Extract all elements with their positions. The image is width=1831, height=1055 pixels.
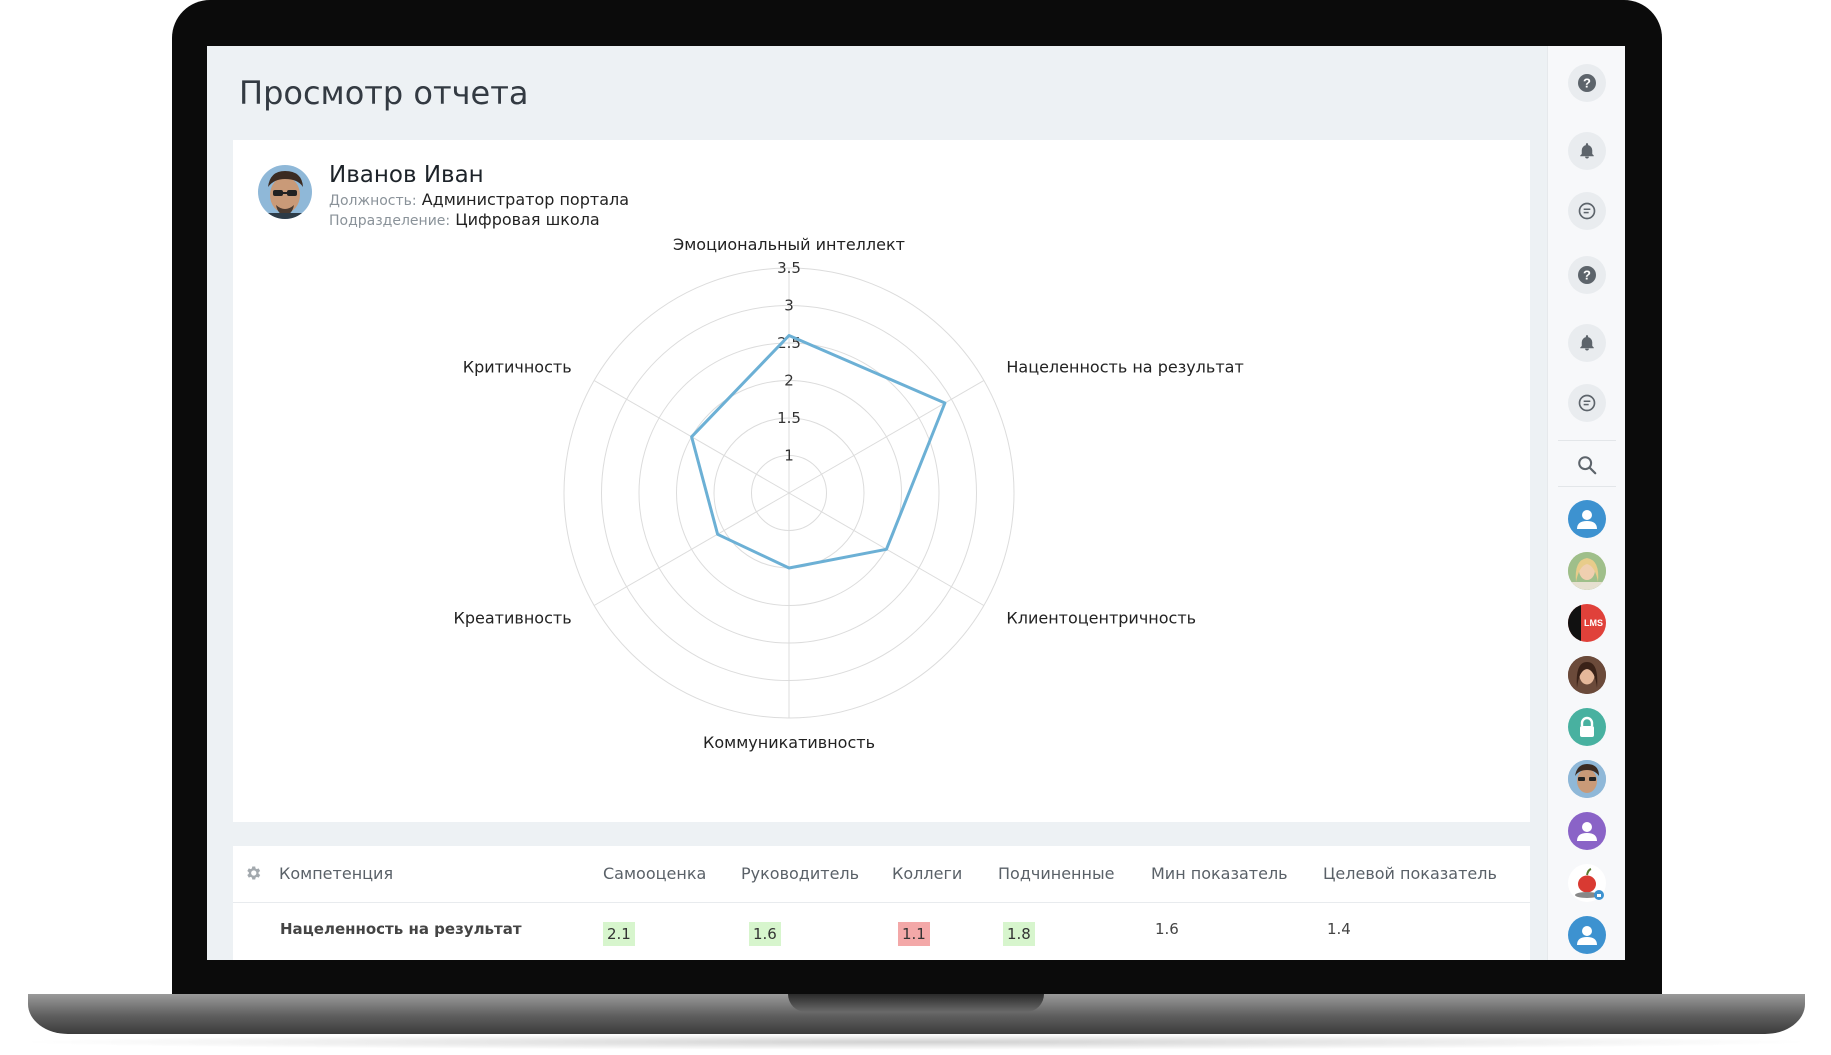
axis-label: Креативность	[454, 609, 572, 628]
apple-icon[interactable]	[1568, 864, 1606, 902]
column-header-subordinates[interactable]: Подчиненные	[998, 864, 1114, 883]
score-chip: 2.1	[603, 922, 635, 946]
lock-icon[interactable]	[1568, 708, 1606, 746]
cell-competence: Нацеленность на результат	[280, 920, 522, 938]
column-header-manager[interactable]: Руководитель	[741, 864, 859, 883]
photo-avatar[interactable]	[1568, 656, 1606, 694]
score-chip: 1.8	[1003, 922, 1035, 946]
gear-icon[interactable]	[244, 864, 262, 882]
series-line	[690, 334, 947, 570]
column-header-colleagues[interactable]: Коллеги	[892, 864, 962, 883]
tick-label: 1	[784, 447, 794, 465]
main-content: Просмотр отчета Иванов Иван Должность: А…	[207, 46, 1547, 960]
chat-icon[interactable]	[1568, 192, 1606, 230]
competence-table: Компетенция Самооценка Руководитель Колл…	[233, 846, 1530, 960]
cell-self: 2.1	[603, 922, 635, 946]
radar-chart: 11.522.533.5Эмоциональный интеллектНацел…	[454, 235, 1244, 752]
score-chip: 1.1	[898, 922, 930, 946]
lms-logo-text: LMS	[1584, 618, 1603, 628]
lms-logo[interactable]: LMS	[1568, 604, 1606, 642]
axis-label: Нацеленность на результат	[1006, 358, 1243, 377]
screen: Просмотр отчета Иванов Иван Должность: А…	[207, 46, 1625, 960]
user-icon[interactable]	[1568, 500, 1606, 538]
help-icon[interactable]: ?	[1568, 256, 1606, 294]
bell-icon[interactable]	[1568, 132, 1606, 170]
tick-label: 1.5	[777, 409, 801, 427]
cell-subordinates: 1.8	[1003, 922, 1035, 946]
user-icon[interactable]	[1568, 916, 1606, 954]
tick-label: 3.5	[777, 259, 801, 277]
table-header: Компетенция Самооценка Руководитель Колл…	[233, 846, 1530, 903]
tick-label: 3	[784, 297, 794, 315]
cell-manager: 1.6	[749, 922, 781, 946]
axis-label: Критичность	[463, 358, 572, 377]
user-icon[interactable]	[1568, 812, 1606, 850]
tick-label: 2	[784, 372, 794, 390]
photo-avatar[interactable]	[1568, 552, 1606, 590]
svg-text:?: ?	[1583, 76, 1591, 91]
score-chip: 1.6	[749, 922, 781, 946]
grid-spoke	[593, 492, 790, 606]
help-icon[interactable]: ?	[1568, 64, 1606, 102]
page-title: Просмотр отчета	[239, 74, 529, 112]
laptop-notch	[788, 994, 1044, 1012]
right-rail: ? ? LMS	[1547, 46, 1625, 960]
search-icon[interactable]	[1568, 446, 1606, 484]
axis-label: Клиентоцентричность	[1006, 609, 1196, 628]
cell-target: 1.4	[1327, 920, 1351, 938]
grid-spoke	[788, 380, 985, 494]
column-header-min[interactable]: Мин показатель	[1151, 864, 1288, 883]
report-card: Иванов Иван Должность: Администратор пор…	[233, 140, 1530, 822]
svg-text:?: ?	[1583, 268, 1591, 283]
axis-label: Эмоциональный интеллект	[673, 235, 905, 254]
column-header-competence[interactable]: Компетенция	[279, 864, 393, 883]
photo-avatar[interactable]	[1568, 760, 1606, 798]
rail-divider	[1558, 440, 1616, 441]
cell-colleagues: 1.1	[898, 922, 930, 946]
cell-min: 1.6	[1155, 920, 1179, 938]
chat-icon[interactable]	[1568, 384, 1606, 422]
rail-divider	[1558, 486, 1616, 487]
column-header-target[interactable]: Целевой показатель	[1323, 864, 1497, 883]
bell-icon[interactable]	[1568, 324, 1606, 362]
column-header-self[interactable]: Самооценка	[603, 864, 706, 883]
laptop-shadow	[10, 1034, 1821, 1050]
axis-label: Коммуникативность	[703, 733, 875, 752]
